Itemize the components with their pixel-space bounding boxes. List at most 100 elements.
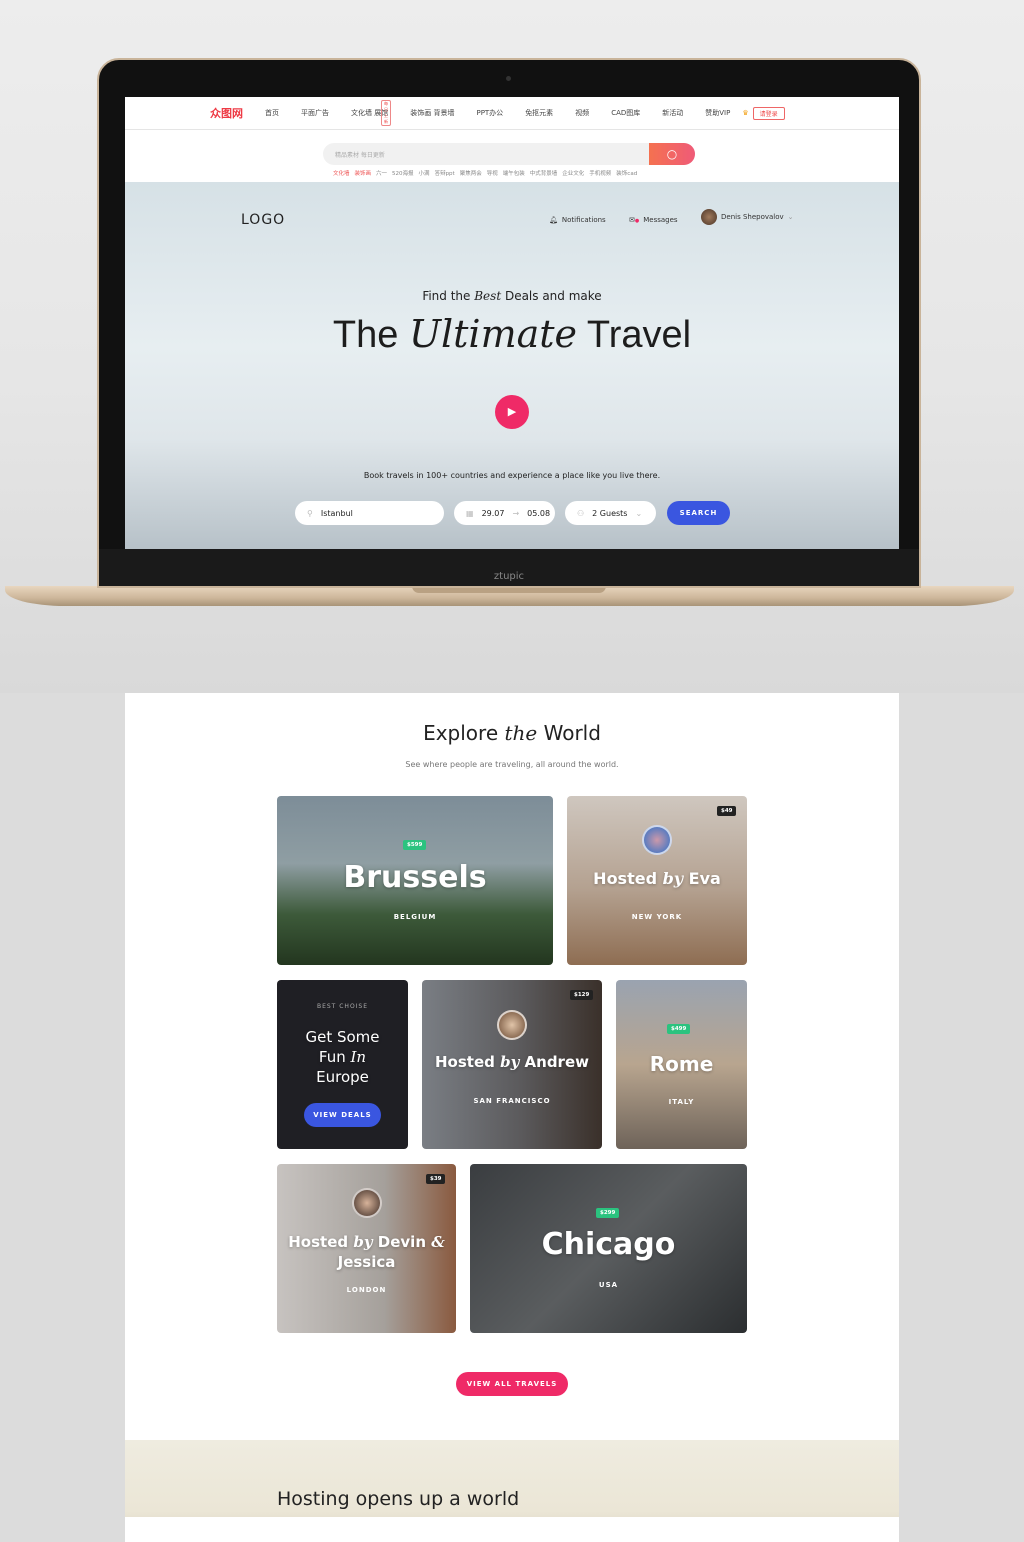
text: Get Some [305, 1028, 380, 1046]
cn-nav-item[interactable]: 首页 [265, 108, 279, 118]
price-badge: $299 [596, 1208, 620, 1218]
login-button[interactable]: 请登录 [752, 106, 785, 120]
chevron-down-icon: ⌄ [635, 508, 643, 518]
text: Fun [318, 1048, 351, 1066]
cn-site-nav: 众图网 首页 平面广告 文化墙 展馆 每日上新 装饰画 背景墙 PPT办公 免抠元… [125, 97, 899, 130]
cn-nav-item[interactable]: PPT办公 [476, 108, 503, 118]
new-badge: 每日上新 [381, 100, 391, 126]
cn-site-logo[interactable]: 众图网 [210, 105, 243, 121]
page-bottom [125, 1517, 899, 1542]
card-promo: BEST CHOISE Get Some Fun In Europe VIEW DE… [277, 980, 408, 1149]
search-icon: ○ [666, 147, 678, 161]
price-badge: $49 [717, 806, 737, 816]
text: Hosted [435, 1053, 501, 1071]
card-title: Hosted by Devin & Jessica [277, 1232, 456, 1272]
tag[interactable]: 中式背景墙 [530, 171, 558, 177]
arrow: → [512, 508, 520, 518]
tag[interactable]: 小满 [419, 171, 430, 177]
card-eva[interactable]: $49 Hosted by Eva NEW YORK [567, 796, 747, 965]
crown-icon: ♛ [742, 109, 749, 117]
cn-nav-item[interactable]: 平面广告 [301, 108, 329, 118]
tag[interactable]: 手机视频 [589, 171, 611, 177]
card-location: ITALY [668, 1098, 695, 1106]
cn-nav-item[interactable]: 新活动 [662, 108, 683, 118]
card-rome[interactable]: $499 Rome ITALY [616, 980, 747, 1149]
laptop-screen: 众图网 首页 平面广告 文化墙 展馆 每日上新 装饰画 背景墙 PPT办公 免抠元… [125, 97, 899, 549]
date-to: 05.08 [527, 508, 551, 518]
tag[interactable]: 聚焦两会 [460, 171, 482, 177]
text-em: by [500, 1053, 520, 1071]
tag[interactable]: 企业文化 [562, 171, 584, 177]
search-button[interactable]: SEARCH [667, 501, 730, 525]
text: Find the [422, 289, 475, 303]
bell-icon: 🔔︎ [549, 216, 558, 224]
view-deals-button[interactable]: VIEW DEALS [304, 1103, 381, 1127]
messages-link[interactable]: ✉● Messages [629, 216, 678, 224]
hot-tags: 文化墙 装饰画 六一 520海报 小满 答辩ppt 聚焦两会 导视 端午包装 中式背景墙 企业文化手… [333, 169, 642, 177]
text: Fun In [277, 1047, 408, 1067]
tag[interactable]: 装饰画 [355, 171, 372, 177]
view-all-travels-button[interactable]: VIEW ALL TRAVELS [456, 1372, 568, 1396]
date-from: 29.07 [481, 508, 505, 518]
tag[interactable]: 装饰cad [616, 171, 637, 177]
user-menu[interactable]: Denis Shepovalov ⌄ [701, 209, 794, 225]
section-title: Explore the World [125, 721, 899, 745]
tag[interactable]: 520海报 [392, 171, 414, 177]
card-title: Rome [649, 1052, 714, 1076]
card-location: SAN FRANCISCO [473, 1097, 551, 1105]
host-avatar [352, 1188, 382, 1218]
tag[interactable]: 端午包装 [503, 171, 525, 177]
text: Andrew [519, 1053, 589, 1071]
user-name: Denis Shepovalov [721, 213, 784, 221]
calendar-icon: ▦ [466, 508, 474, 518]
cn-nav-item[interactable]: 装饰画 背景墙 [410, 108, 454, 118]
card-location: NEW YORK [631, 913, 683, 921]
card-location: LONDON [346, 1286, 387, 1294]
tag[interactable]: 文化墙 [333, 171, 350, 177]
text: The [332, 314, 409, 356]
text-em: Ultimate [408, 312, 578, 356]
play-button[interactable]: ▶ [495, 395, 529, 429]
card-brussels[interactable]: $599 Brussels BELGIUM [277, 796, 553, 965]
cn-nav-item[interactable]: CAD图库 [611, 108, 640, 118]
play-icon: ▶ [507, 405, 517, 418]
promo-title: Get Some Fun In Europe [277, 1027, 408, 1087]
guests-select[interactable]: ⚇ 2 Guests ⌄ [565, 501, 656, 525]
chevron-down-icon: ⌄ [787, 213, 794, 221]
card-title: Brussels [343, 860, 487, 895]
cn-search-button[interactable]: ○ [649, 143, 695, 165]
laptop-chin: ztupic [99, 549, 919, 586]
tag[interactable]: 六一 [376, 171, 387, 177]
card-location: BELGIUM [393, 913, 437, 921]
card-andrew[interactable]: $129 Hosted by Andrew SAN FRANCISCO [422, 980, 602, 1149]
cn-nav-item[interactable]: 视频 [575, 108, 589, 118]
text: Jessica [337, 1253, 396, 1271]
logo[interactable]: LOGO [241, 212, 285, 228]
price-badge: $129 [570, 990, 594, 1000]
card-title: Hosted by Andrew [422, 1053, 602, 1071]
text: Devin [372, 1233, 432, 1251]
tag[interactable]: 答辩ppt [435, 171, 455, 177]
cn-nav-item[interactable]: 赞助VIP [705, 108, 730, 118]
price-badge: $39 [426, 1174, 446, 1184]
date-range-input[interactable]: ▦ 29.07 → 05.08 [454, 501, 555, 525]
host-avatar [642, 825, 672, 855]
cn-search-input[interactable]: 精品素材 每日更新 [323, 143, 695, 165]
text-em: In [350, 1048, 367, 1066]
notifications-link[interactable]: 🔔︎ Notifications [549, 216, 606, 224]
card-location: USA [598, 1281, 619, 1289]
section-description: See where people are traveling, all arou… [405, 760, 619, 769]
tag[interactable]: 导视 [487, 171, 498, 177]
card-title: Hosted by Eva [567, 869, 747, 888]
brand-label: ztupic [493, 571, 525, 582]
location-input[interactable]: ⚲ Istanbul [295, 501, 444, 525]
card-devin-jessica[interactable]: $39 Hosted by Devin & Jessica LONDON [277, 1164, 456, 1333]
hero: LOGO 🔔︎ Notifications ✉● Messages Denis Sh… [125, 182, 899, 549]
text: Hosted [288, 1233, 354, 1251]
card-chicago[interactable]: $299 Chicago USA [470, 1164, 747, 1333]
cn-nav-item[interactable]: 免抠元素 [525, 108, 553, 118]
hero-title: The Ultimate Travel [125, 312, 899, 357]
envelope-icon: ✉● [629, 216, 640, 224]
cn-nav-item[interactable]: 文化墙 展馆 每日上新 [351, 100, 391, 126]
hero-description: Book travels in 100+ countries and exper… [363, 471, 661, 480]
